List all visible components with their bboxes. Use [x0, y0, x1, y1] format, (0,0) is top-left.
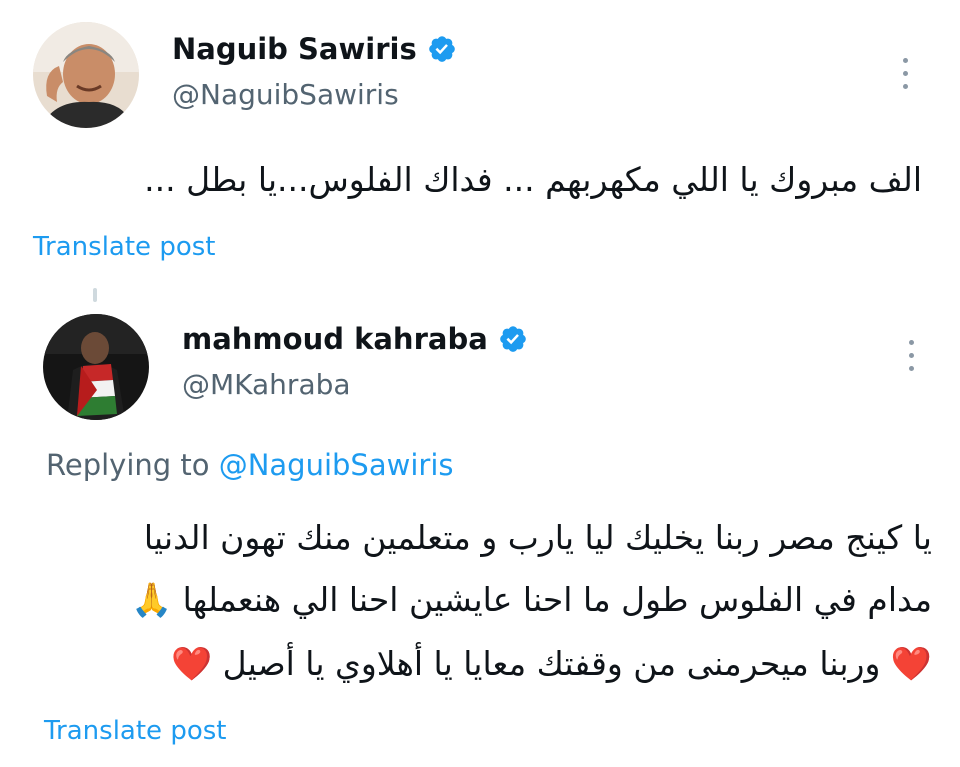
- verified-badge-icon: [428, 36, 455, 62]
- reply-author-handle[interactable]: @MKahraba: [182, 368, 351, 401]
- avatar-naguib-sawiris[interactable]: [33, 22, 139, 128]
- thread-connector-line: [93, 288, 97, 302]
- more-vertical-icon[interactable]: [902, 336, 922, 376]
- verified-badge-icon: [499, 326, 526, 352]
- translate-post-link[interactable]: Translate post: [44, 716, 226, 746]
- reply-text-line-3: ❤️ وربنا ميحرمنى من وقفتك معايا يا أهلاو…: [171, 644, 932, 683]
- replying-to-mention[interactable]: @NaguibSawiris: [219, 448, 454, 482]
- translate-post-link[interactable]: Translate post: [33, 232, 215, 262]
- original-tweet-text: الف مبروك يا اللي مكهربهم ... فداك الفلو…: [144, 160, 922, 199]
- avatar-mahmoud-kahraba[interactable]: [43, 314, 149, 420]
- original-author-name-row[interactable]: Naguib Sawiris: [172, 32, 457, 66]
- reply-author-name[interactable]: mahmoud kahraba: [182, 322, 488, 356]
- original-author-name[interactable]: Naguib Sawiris: [172, 32, 417, 66]
- replying-to-line: Replying to @NaguibSawiris: [46, 448, 453, 482]
- reply-author-name-row[interactable]: mahmoud kahraba: [182, 322, 528, 356]
- reply-text-line-2: مدام في الفلوس طول ما احنا عايشين احنا ا…: [131, 580, 932, 619]
- more-vertical-icon[interactable]: [896, 54, 916, 94]
- original-author-handle[interactable]: @NaguibSawiris: [172, 78, 399, 111]
- reply-text-line-1: يا كينج مصر ربنا يخليك ليا يارب و متعلمي…: [143, 518, 932, 557]
- avatar-photo: [33, 22, 139, 128]
- avatar-photo-flag: [43, 314, 149, 420]
- replying-to-label: Replying to: [46, 448, 210, 482]
